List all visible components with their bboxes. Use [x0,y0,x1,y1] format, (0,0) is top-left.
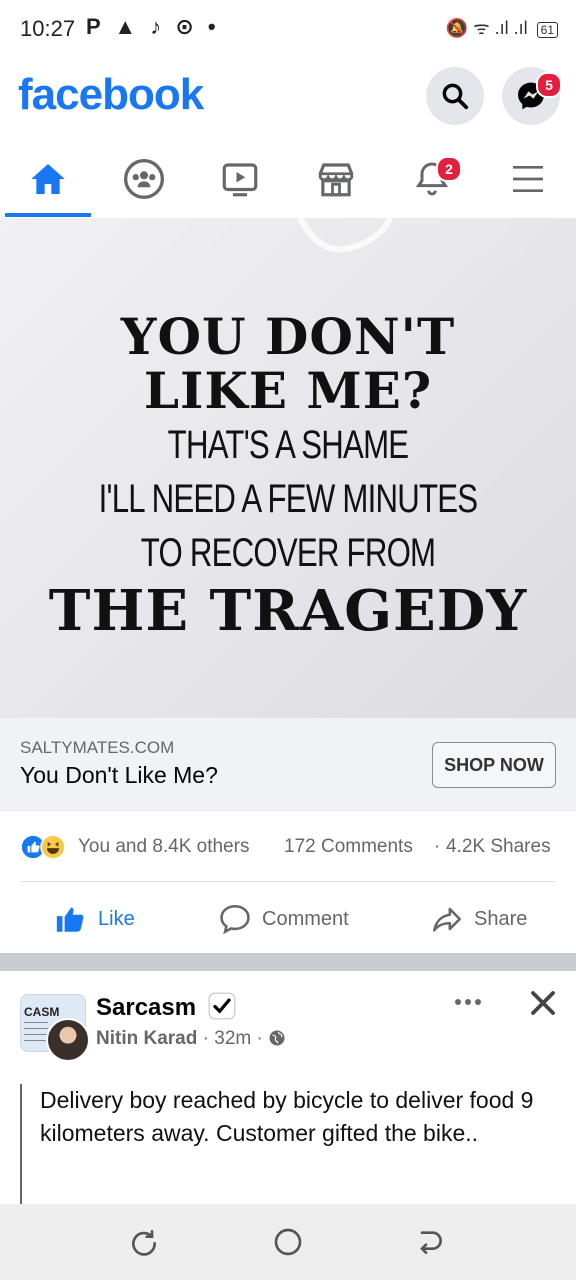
status-bar: 10:27 P ▲ ♪ ⊙ • 🔕 ᯤ .ıl .ıl 61 [0,0,576,58]
recents-icon [132,1230,157,1256]
comments-count[interactable]: 172 Comments [284,836,413,858]
reactions-count[interactable]: You and 8.4K others [78,836,250,858]
image-text-line-3: THAT'S A SHAME [167,423,409,467]
active-tab-indicator [5,213,91,217]
share-label: Share [474,907,528,930]
tab-notifications[interactable] [384,140,480,218]
ad-domain: SALTYMATES.COM [20,738,175,757]
image-text-line-5: TO RECOVER FROM [140,531,436,575]
page-name-text: Sarcasm [96,994,197,1021]
comment-button[interactable]: Comment [218,890,349,948]
haha-reaction-icon [40,834,66,866]
share-button[interactable]: Share [430,890,527,948]
ad-title[interactable]: You Don't Like Me? [20,762,218,789]
status-time: 10:27 [20,16,76,41]
battery-icon: 61 [536,22,558,38]
thumbs-up-icon [56,907,84,932]
system-nav-bar [0,1204,576,1280]
separator-dot: · [434,836,441,857]
close-icon [531,991,555,1015]
tab-watch[interactable] [192,140,288,218]
page-avatar[interactable]: CASM [20,994,90,1062]
post-body-text: Delivery boy reached by bicycle to deliv… [20,1084,540,1206]
search-button[interactable] [426,67,484,125]
shares-count[interactable]: 4.2K Shares [446,836,551,858]
post-time[interactable]: 32m [214,1028,251,1049]
groups-icon [124,159,164,199]
post-meta: Nitin Karad · 32m · [96,1028,286,1050]
facebook-logo[interactable]: facebook [18,70,204,120]
marketplace-icon [318,163,354,197]
share-icon [432,907,462,932]
tab-groups[interactable] [96,140,192,218]
hide-post-button[interactable] [528,988,558,1023]
meta-separator: · [202,1028,215,1049]
recents-button[interactable] [128,1226,160,1263]
status-system-icons: 🔕 ᯤ .ıl .ıl 61 [446,16,558,40]
comment-icon [220,904,250,935]
shop-now-button[interactable]: SHOP NOW [432,742,556,788]
circle-home-icon [274,1228,302,1256]
image-text-line-1: YOU DON'T [120,307,456,366]
tab-marketplace[interactable] [288,140,384,218]
like-button[interactable]: Like [54,890,135,948]
author-avatar[interactable] [46,1018,90,1062]
post-actions: Like Comment Share [0,890,576,950]
image-text-line-2: LIKE ME? [143,361,433,420]
image-text-line-6: THE TRAGEDY [48,578,528,644]
status-right-icons: 🔕 ᯤ .ıl .ıl [445,18,533,38]
post-image[interactable]: YOU DON'T LIKE ME? THAT'S A SHAME I'LL N… [0,218,576,718]
reactions-row[interactable]: You and 8.4K others 172 Comments · 4.2K … [20,832,560,862]
verified-check-icon [208,992,236,1020]
reactions-divider [20,881,556,882]
page-avatar-lines [24,1022,48,1042]
comment-label: Comment [262,907,349,930]
search-icon [442,83,469,110]
page-avatar-text: CASM [24,1005,60,1019]
image-text-line-4: I'LL NEED A FEW MINUTES [98,477,478,521]
meta-separator-2: · [256,1028,269,1049]
home-system-button[interactable] [272,1226,304,1263]
menu-icon [513,166,543,192]
back-button[interactable] [414,1226,446,1263]
messenger-badge: 5 [536,72,562,98]
more-dots-icon [455,999,481,1005]
back-icon [420,1231,442,1254]
tab-home[interactable] [0,140,96,218]
top-nav: 2 [0,140,576,219]
like-label: Like [98,907,135,930]
video-icon [222,163,258,197]
battery-level: 61 [540,23,554,37]
notifications-badge: 2 [436,156,462,182]
shirt-print-text: YOU DON'T LIKE ME? THAT'S A SHAME I'LL N… [0,307,576,644]
hoodie-strings [297,218,393,253]
page-name[interactable]: Sarcasm [96,992,237,1022]
feed-separator [0,953,576,971]
tab-menu[interactable] [480,140,576,218]
home-icon [31,164,65,194]
status-app-icons: P ▲ ♪ ⊙ • [86,14,220,39]
author-name[interactable]: Nitin Karad [96,1028,197,1049]
globe-icon [269,1030,285,1046]
more-options-button[interactable] [452,988,484,1023]
